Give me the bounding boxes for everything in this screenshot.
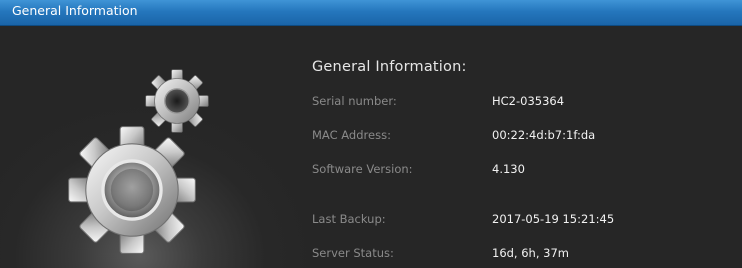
- serial-number-label: Serial number:: [312, 94, 397, 108]
- mac-address-value: 00:22:4d:b7:1f:da: [492, 128, 596, 142]
- software-version-value: 4.130: [492, 162, 525, 176]
- last-backup-label: Last Backup:: [312, 212, 386, 226]
- last-backup-value: 2017-05-19 15:21:45: [492, 212, 615, 226]
- general-information-window: General Information General Information:…: [0, 0, 742, 268]
- section-heading: General Information:: [312, 59, 467, 75]
- server-status-label: Server Status:: [312, 246, 394, 260]
- mac-address-label: MAC Address:: [312, 128, 391, 142]
- title-bar: General Information: [0, 0, 742, 26]
- server-status-value: 16d, 6h, 37m: [492, 246, 569, 260]
- serial-number-value: HC2-035364: [492, 94, 565, 108]
- window-title: General Information: [12, 3, 138, 18]
- large-gear-icon: [68, 126, 196, 254]
- software-version-label: Software Version:: [312, 162, 413, 176]
